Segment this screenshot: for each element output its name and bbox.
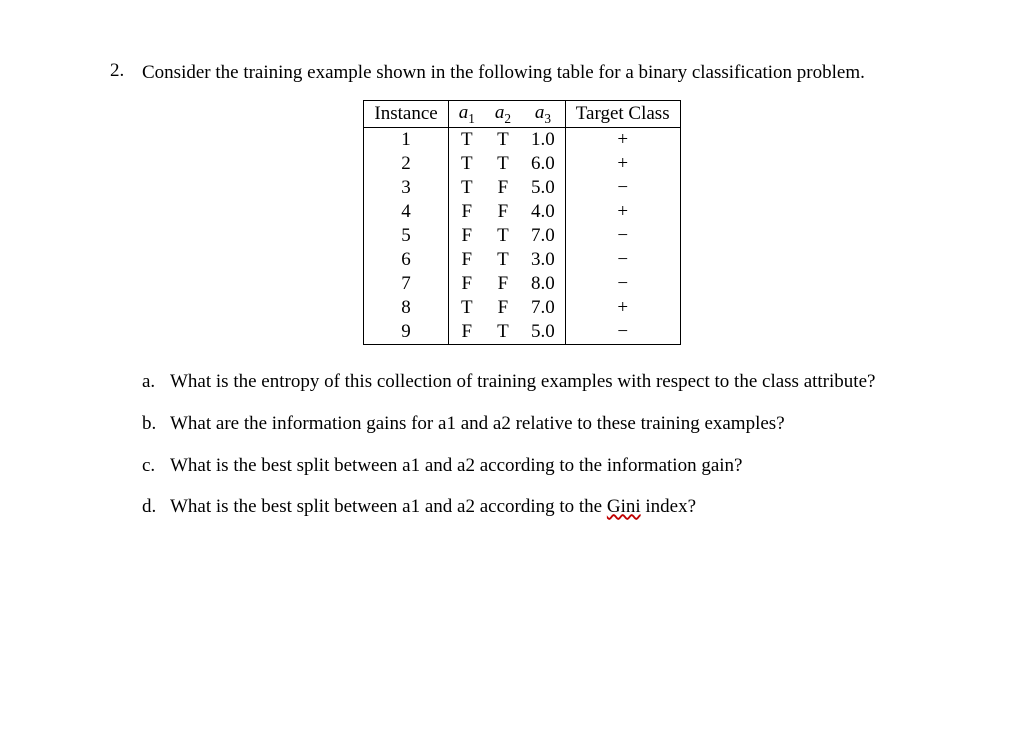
problem-text: Consider the training example shown in t…: [142, 60, 934, 86]
table-row: 4 F F 4.0 +: [364, 200, 680, 224]
cell-a2: F: [485, 176, 521, 200]
cell-a3: 8.0: [521, 272, 565, 296]
cell-instance: 7: [364, 272, 448, 296]
cell-class: −: [565, 176, 680, 200]
gini-word: Gini: [607, 496, 641, 517]
problem-number: 2.: [110, 60, 142, 82]
subq-a: a. What is the entropy of this collectio…: [142, 369, 934, 395]
subq-d-prefix: What is the best split between a1 and a2…: [170, 496, 607, 517]
col-target: Target Class: [565, 100, 680, 128]
cell-a1: F: [448, 200, 485, 224]
subq-d-suffix: index?: [641, 496, 696, 517]
table-row: 8 T F 7.0 +: [364, 296, 680, 320]
col-a2: a2: [485, 100, 521, 128]
table-row: 6 F T 3.0 −: [364, 248, 680, 272]
cell-class: −: [565, 248, 680, 272]
table-row: 9 F T 5.0 −: [364, 320, 680, 345]
cell-a1: F: [448, 272, 485, 296]
table-body: 1 T T 1.0 + 2 T T 6.0 + 3 T F 5.0: [364, 128, 680, 345]
subq-text: What is the best split between a1 and a2…: [170, 453, 934, 479]
subq-text: What is the best split between a1 and a2…: [170, 494, 934, 520]
table-row: 7 F F 8.0 −: [364, 272, 680, 296]
table-row: 5 F T 7.0 −: [364, 224, 680, 248]
cell-a3: 7.0: [521, 296, 565, 320]
cell-a1: T: [448, 176, 485, 200]
cell-a2: F: [485, 296, 521, 320]
cell-a3: 4.0: [521, 200, 565, 224]
cell-instance: 9: [364, 320, 448, 345]
cell-class: +: [565, 296, 680, 320]
table-row: 1 T T 1.0 +: [364, 128, 680, 153]
cell-instance: 2: [364, 152, 448, 176]
col-a3: a3: [521, 100, 565, 128]
page: 2. Consider the training example shown i…: [0, 0, 1024, 520]
cell-class: +: [565, 200, 680, 224]
problem-statement: 2. Consider the training example shown i…: [110, 60, 934, 86]
subq-label: a.: [142, 369, 170, 395]
cell-a1: F: [448, 248, 485, 272]
cell-a3: 5.0: [521, 320, 565, 345]
cell-class: +: [565, 128, 680, 153]
cell-a1: T: [448, 128, 485, 153]
cell-instance: 6: [364, 248, 448, 272]
subq-text: What are the information gains for a1 an…: [170, 411, 934, 437]
cell-class: −: [565, 272, 680, 296]
cell-instance: 4: [364, 200, 448, 224]
cell-a2: T: [485, 320, 521, 345]
subq-c: c. What is the best split between a1 and…: [142, 453, 934, 479]
cell-a3: 1.0: [521, 128, 565, 153]
cell-a1: F: [448, 224, 485, 248]
cell-a2: T: [485, 152, 521, 176]
cell-a3: 7.0: [521, 224, 565, 248]
cell-a2: T: [485, 248, 521, 272]
cell-a3: 6.0: [521, 152, 565, 176]
col-a1: a1: [448, 100, 485, 128]
cell-a2: T: [485, 224, 521, 248]
subq-text: What is the entropy of this collection o…: [170, 369, 934, 395]
table-container: Instance a1 a2 a3 Target Class 1 T T 1.0…: [110, 100, 934, 346]
cell-class: −: [565, 320, 680, 345]
cell-instance: 1: [364, 128, 448, 153]
subq-b: b. What are the information gains for a1…: [142, 411, 934, 437]
cell-class: −: [565, 224, 680, 248]
table-row: 2 T T 6.0 +: [364, 152, 680, 176]
table-header: Instance a1 a2 a3 Target Class: [364, 100, 680, 128]
cell-a3: 3.0: [521, 248, 565, 272]
subq-label: d.: [142, 494, 170, 520]
cell-a2: F: [485, 200, 521, 224]
cell-a3: 5.0: [521, 176, 565, 200]
table-row: 3 T F 5.0 −: [364, 176, 680, 200]
cell-a1: F: [448, 320, 485, 345]
cell-a2: T: [485, 128, 521, 153]
cell-instance: 8: [364, 296, 448, 320]
cell-a1: T: [448, 152, 485, 176]
sub-questions: a. What is the entropy of this collectio…: [110, 369, 934, 520]
cell-instance: 5: [364, 224, 448, 248]
cell-instance: 3: [364, 176, 448, 200]
subq-label: b.: [142, 411, 170, 437]
cell-class: +: [565, 152, 680, 176]
cell-a2: F: [485, 272, 521, 296]
col-instance: Instance: [364, 100, 448, 128]
subq-label: c.: [142, 453, 170, 479]
subq-d: d. What is the best split between a1 and…: [142, 494, 934, 520]
training-table: Instance a1 a2 a3 Target Class 1 T T 1.0…: [363, 100, 680, 346]
cell-a1: T: [448, 296, 485, 320]
